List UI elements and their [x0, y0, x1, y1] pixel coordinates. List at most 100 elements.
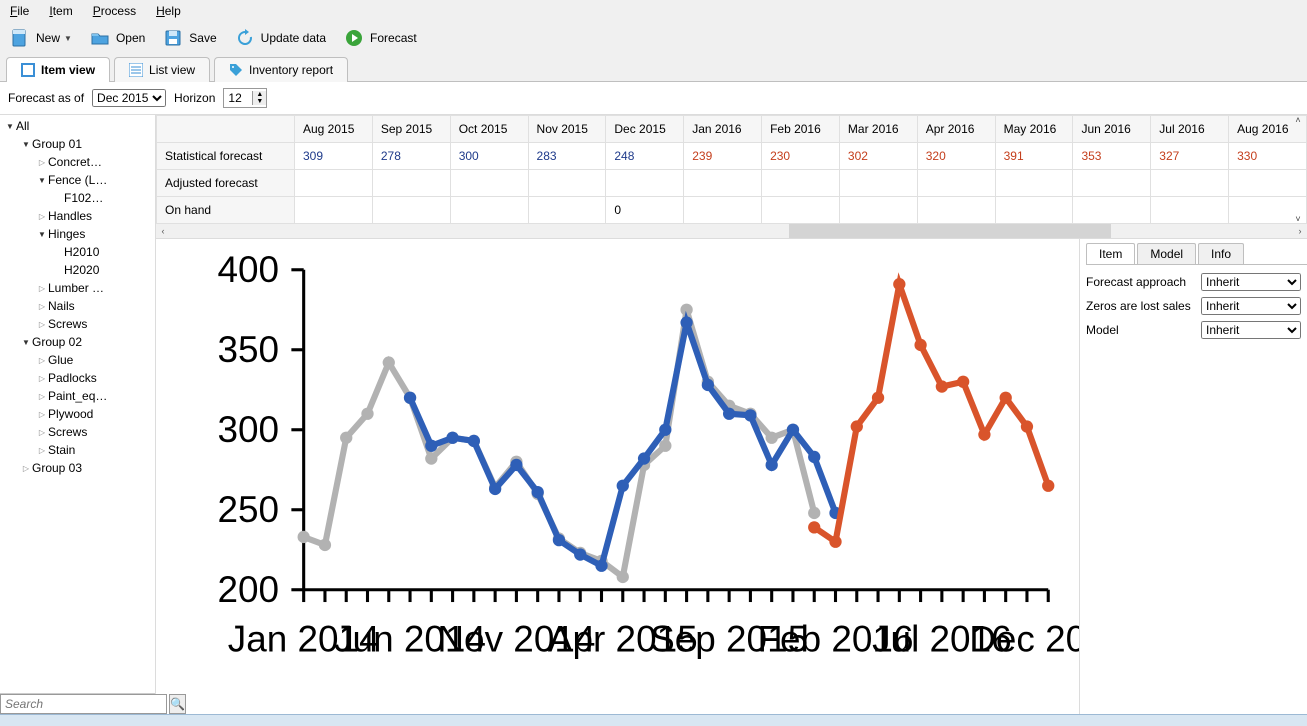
cell[interactable] — [762, 197, 840, 224]
tree-item[interactable]: Plywood — [0, 405, 155, 423]
tree-item[interactable]: Glue — [0, 351, 155, 369]
cell[interactable]: 327 — [1151, 143, 1229, 170]
forecast-button[interactable]: Forecast — [344, 28, 417, 48]
model-select[interactable]: Inherit — [1201, 321, 1301, 339]
expand-icon[interactable] — [36, 175, 48, 186]
col-header[interactable]: Jun 2016 — [1073, 116, 1151, 143]
collapse-icon[interactable] — [36, 445, 48, 456]
cell[interactable] — [295, 170, 373, 197]
tree-item[interactable]: H2020 — [0, 261, 155, 279]
cell[interactable] — [995, 170, 1073, 197]
cell[interactable]: 353 — [1073, 143, 1151, 170]
cell[interactable]: 239 — [684, 143, 762, 170]
tree-item[interactable]: Paint_eq… — [0, 387, 155, 405]
tab-inventory-report[interactable]: Inventory report — [214, 57, 348, 82]
expand-icon[interactable] — [20, 337, 32, 348]
cell[interactable]: 302 — [839, 143, 917, 170]
cell[interactable] — [839, 197, 917, 224]
collapse-icon[interactable] — [36, 427, 48, 438]
col-header[interactable]: Aug 2015 — [295, 116, 373, 143]
cell[interactable] — [1073, 197, 1151, 224]
tab-item-view[interactable]: Item view — [6, 57, 110, 82]
col-header[interactable]: Nov 2015 — [528, 116, 606, 143]
menu-help[interactable]: Help — [156, 4, 181, 18]
menu-process[interactable]: Process — [93, 4, 136, 18]
update-data-button[interactable]: Update data — [235, 28, 326, 48]
col-header[interactable]: Jul 2016 — [1151, 116, 1229, 143]
tree-item[interactable]: Handles — [0, 207, 155, 225]
cell[interactable] — [606, 170, 684, 197]
cell[interactable] — [372, 170, 450, 197]
horizon-spinner[interactable]: ▲▼ — [223, 88, 267, 108]
menu-file[interactable]: File — [10, 4, 29, 18]
collapse-icon[interactable] — [36, 355, 48, 366]
col-header[interactable]: Sep 2015 — [372, 116, 450, 143]
tree-item[interactable]: All — [0, 117, 155, 135]
cell[interactable] — [528, 170, 606, 197]
tree-item[interactable]: Hinges — [0, 225, 155, 243]
zeros-lost-sales-select[interactable]: Inherit — [1201, 297, 1301, 315]
collapse-icon[interactable] — [36, 283, 48, 294]
cell[interactable]: 283 — [528, 143, 606, 170]
tree-item[interactable]: Lumber … — [0, 279, 155, 297]
tree-item[interactable]: Stain — [0, 441, 155, 459]
horizon-input[interactable] — [224, 89, 252, 107]
side-tab-item[interactable]: Item — [1086, 243, 1135, 264]
cell[interactable] — [1151, 197, 1229, 224]
cell[interactable] — [839, 170, 917, 197]
collapse-icon[interactable] — [36, 409, 48, 420]
tree-item[interactable]: H2010 — [0, 243, 155, 261]
cell[interactable] — [1151, 170, 1229, 197]
forecast-date-select[interactable]: Dec 2015 — [92, 89, 166, 107]
cell[interactable] — [450, 170, 528, 197]
col-header[interactable]: Oct 2015 — [450, 116, 528, 143]
collapse-icon[interactable] — [36, 373, 48, 384]
cell[interactable] — [917, 197, 995, 224]
menu-item[interactable]: Item — [49, 4, 72, 18]
search-input[interactable] — [0, 694, 167, 714]
cell[interactable] — [1073, 170, 1151, 197]
collapse-icon[interactable] — [36, 157, 48, 168]
save-button[interactable]: Save — [163, 28, 216, 48]
cell[interactable]: 230 — [762, 143, 840, 170]
open-button[interactable]: Open — [90, 28, 145, 48]
cell[interactable] — [917, 170, 995, 197]
cell[interactable]: 0 — [606, 197, 684, 224]
expand-icon[interactable] — [4, 121, 16, 132]
collapse-icon[interactable] — [36, 319, 48, 330]
side-tab-model[interactable]: Model — [1137, 243, 1196, 264]
tree-item[interactable]: Group 01 — [0, 135, 155, 153]
cell[interactable] — [995, 197, 1073, 224]
tree-item[interactable]: Screws — [0, 423, 155, 441]
cell[interactable] — [762, 170, 840, 197]
tree-item[interactable]: Concret… — [0, 153, 155, 171]
tree-item[interactable]: Padlocks — [0, 369, 155, 387]
col-header[interactable]: Feb 2016 — [762, 116, 840, 143]
col-header[interactable]: Mar 2016 — [839, 116, 917, 143]
scroll-right-icon[interactable]: › — [1293, 224, 1307, 238]
cell[interactable]: 248 — [606, 143, 684, 170]
col-header[interactable]: Jan 2016 — [684, 116, 762, 143]
cell[interactable]: 300 — [450, 143, 528, 170]
expand-icon[interactable] — [20, 139, 32, 150]
side-tab-info[interactable]: Info — [1198, 243, 1244, 264]
collapse-icon[interactable] — [36, 301, 48, 312]
spin-down-icon[interactable]: ▼ — [253, 98, 266, 105]
cell[interactable]: 391 — [995, 143, 1073, 170]
forecast-table[interactable]: Aug 2015Sep 2015Oct 2015Nov 2015Dec 2015… — [156, 115, 1307, 224]
cell[interactable] — [372, 197, 450, 224]
forecast-approach-select[interactable]: Inherit — [1201, 273, 1301, 291]
spin-up-icon[interactable]: ▲ — [253, 91, 266, 98]
tree-item[interactable]: Group 03 — [0, 459, 155, 477]
col-header[interactable]: Dec 2015 — [606, 116, 684, 143]
cell[interactable] — [684, 170, 762, 197]
col-header[interactable]: May 2016 — [995, 116, 1073, 143]
tree-item[interactable]: Screws — [0, 315, 155, 333]
collapse-icon[interactable] — [36, 391, 48, 402]
tree-item[interactable]: Group 02 — [0, 333, 155, 351]
cell[interactable]: 309 — [295, 143, 373, 170]
new-button[interactable]: New ▼ — [10, 28, 72, 48]
cell[interactable] — [528, 197, 606, 224]
expand-icon[interactable] — [36, 229, 48, 240]
cell[interactable]: 278 — [372, 143, 450, 170]
